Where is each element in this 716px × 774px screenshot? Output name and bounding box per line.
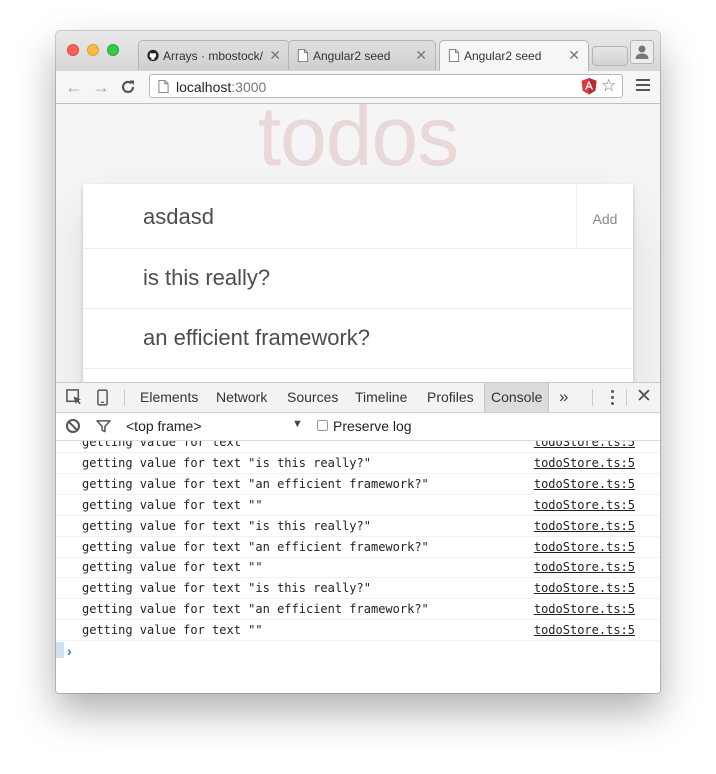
tab-sources[interactable]: Sources — [281, 383, 344, 412]
todo-item[interactable]: an efficient framework? — [83, 309, 633, 369]
tab-console[interactable]: Console — [484, 383, 550, 412]
console-message: getting value for text "" todoStore.ts:5 — [56, 495, 660, 516]
source-link[interactable]: todoStore.ts:5 — [534, 581, 635, 595]
window-zoom-button[interactable] — [107, 44, 119, 56]
console-message: getting value for text "an efficient fra… — [56, 599, 660, 620]
page-icon — [448, 49, 460, 62]
inspect-element-icon[interactable] — [66, 389, 83, 406]
window-minimize-button[interactable] — [87, 44, 99, 56]
address-bar[interactable]: localhost:3000 ☆ — [149, 74, 623, 98]
kebab-menu-icon[interactable] — [611, 390, 614, 408]
preserve-log-label: Preserve log — [333, 418, 412, 434]
clear-console-icon[interactable] — [66, 419, 80, 433]
back-button[interactable]: ← — [64, 77, 84, 97]
dropdown-arrow-icon[interactable]: ▼ — [292, 418, 303, 430]
source-link[interactable]: todoStore.ts:5 — [534, 498, 635, 512]
github-icon — [147, 49, 159, 62]
devtools-tabbar: Elements Network Sources Timeline Profil… — [56, 383, 660, 413]
source-link[interactable]: todoStore.ts:5 — [534, 519, 635, 533]
source-link[interactable]: todoStore.ts:5 — [534, 602, 635, 616]
console-message: getting value for text "an efficient fra… — [56, 537, 660, 558]
console-message: getting value for text "" todoStore.ts:5 — [56, 620, 660, 641]
browser-tab-arrays[interactable]: Arrays · mbostock/ ✕ — [138, 40, 290, 70]
page-icon — [158, 80, 169, 93]
console-message: getting value for text "" todoStore.ts:5 — [56, 441, 660, 453]
devtools-panel: Elements Network Sources Timeline Profil… — [56, 382, 660, 693]
console-message: getting value for text "" todoStore.ts:5 — [56, 557, 660, 578]
browser-tab-angular2-seed-active[interactable]: Angular2 seed ✕ — [439, 40, 589, 71]
tab-timeline[interactable]: Timeline — [349, 383, 413, 412]
source-link[interactable]: todoStore.ts:5 — [534, 456, 635, 470]
tab-network[interactable]: Network — [210, 383, 273, 412]
source-link[interactable]: todoStore.ts:5 — [534, 477, 635, 491]
toolbar-divider — [124, 389, 125, 406]
console-message: getting value for text "is this really?"… — [56, 578, 660, 599]
add-button[interactable]: Add — [576, 184, 633, 248]
toolbar-divider — [626, 389, 627, 406]
console-message: getting value for text "is this really?"… — [56, 453, 660, 474]
new-tab-button[interactable] — [592, 46, 628, 66]
forward-button[interactable]: → — [91, 77, 111, 97]
close-icon[interactable]: ✕ — [269, 47, 281, 64]
frame-selector[interactable]: <top frame> — [126, 418, 202, 434]
device-mode-icon[interactable] — [97, 389, 108, 406]
tab-label: Angular2 seed — [464, 49, 542, 63]
chrome-menu-icon[interactable] — [636, 79, 650, 94]
close-icon[interactable]: ✕ — [415, 47, 427, 64]
new-todo-row: asdasd Add — [83, 184, 633, 249]
tab-elements[interactable]: Elements — [134, 383, 204, 412]
tab-profiles[interactable]: Profiles — [421, 383, 480, 412]
preserve-log-checkbox[interactable] — [317, 420, 328, 431]
url-text: localhost:3000 — [176, 79, 267, 95]
profile-button[interactable] — [630, 40, 654, 64]
angular-extension-icon[interactable] — [581, 78, 597, 95]
toolbar-divider — [592, 389, 593, 406]
close-icon[interactable]: ✕ — [568, 47, 580, 64]
page-viewport: todos asdasd Add is this really? an effi… — [56, 104, 660, 382]
prompt-gutter — [56, 642, 64, 658]
reload-icon — [121, 80, 135, 94]
todo-app: asdasd Add is this really? an efficient … — [83, 184, 633, 382]
filter-icon[interactable] — [96, 420, 111, 433]
new-todo-input[interactable]: asdasd — [143, 204, 214, 230]
prompt-caret-icon: › — [67, 643, 72, 659]
todo-item[interactable]: is this really? — [83, 249, 633, 309]
source-link[interactable]: todoStore.ts:5 — [534, 540, 635, 554]
source-link[interactable]: todoStore.ts:5 — [534, 623, 635, 637]
bookmark-star-icon[interactable]: ☆ — [601, 77, 616, 95]
tab-strip: Arrays · mbostock/ ✕ Angular2 seed ✕ Ang… — [56, 31, 660, 71]
reload-button[interactable] — [118, 77, 138, 97]
console-output: getting value for text "" todoStore.ts:5… — [56, 441, 660, 693]
console-message: getting value for text "is this really?"… — [56, 516, 660, 537]
app-title: todos — [257, 104, 460, 183]
todo-label: is this really? — [143, 265, 271, 290]
source-link[interactable]: todoStore.ts:5 — [534, 441, 635, 449]
todo-label: an efficient framework? — [143, 325, 371, 350]
console-prompt[interactable]: › — [56, 642, 660, 664]
browser-tab-angular2-seed[interactable]: Angular2 seed ✕ — [288, 40, 436, 70]
browser-window: Arrays · mbostock/ ✕ Angular2 seed ✕ Ang… — [56, 31, 660, 693]
tab-label: Arrays · mbostock/ — [163, 49, 264, 63]
person-icon — [635, 45, 649, 59]
source-link[interactable]: todoStore.ts:5 — [534, 560, 635, 574]
console-filter-bar: <top frame> ▼ Preserve log — [56, 413, 660, 441]
console-message: getting value for text "an efficient fra… — [56, 474, 660, 495]
browser-toolbar: ← → localhost:3000 ☆ — [56, 71, 660, 104]
close-icon[interactable]: ✕ — [636, 385, 652, 408]
page-icon — [297, 49, 309, 62]
window-close-button[interactable] — [67, 44, 79, 56]
more-tabs-button[interactable]: » — [559, 387, 568, 407]
